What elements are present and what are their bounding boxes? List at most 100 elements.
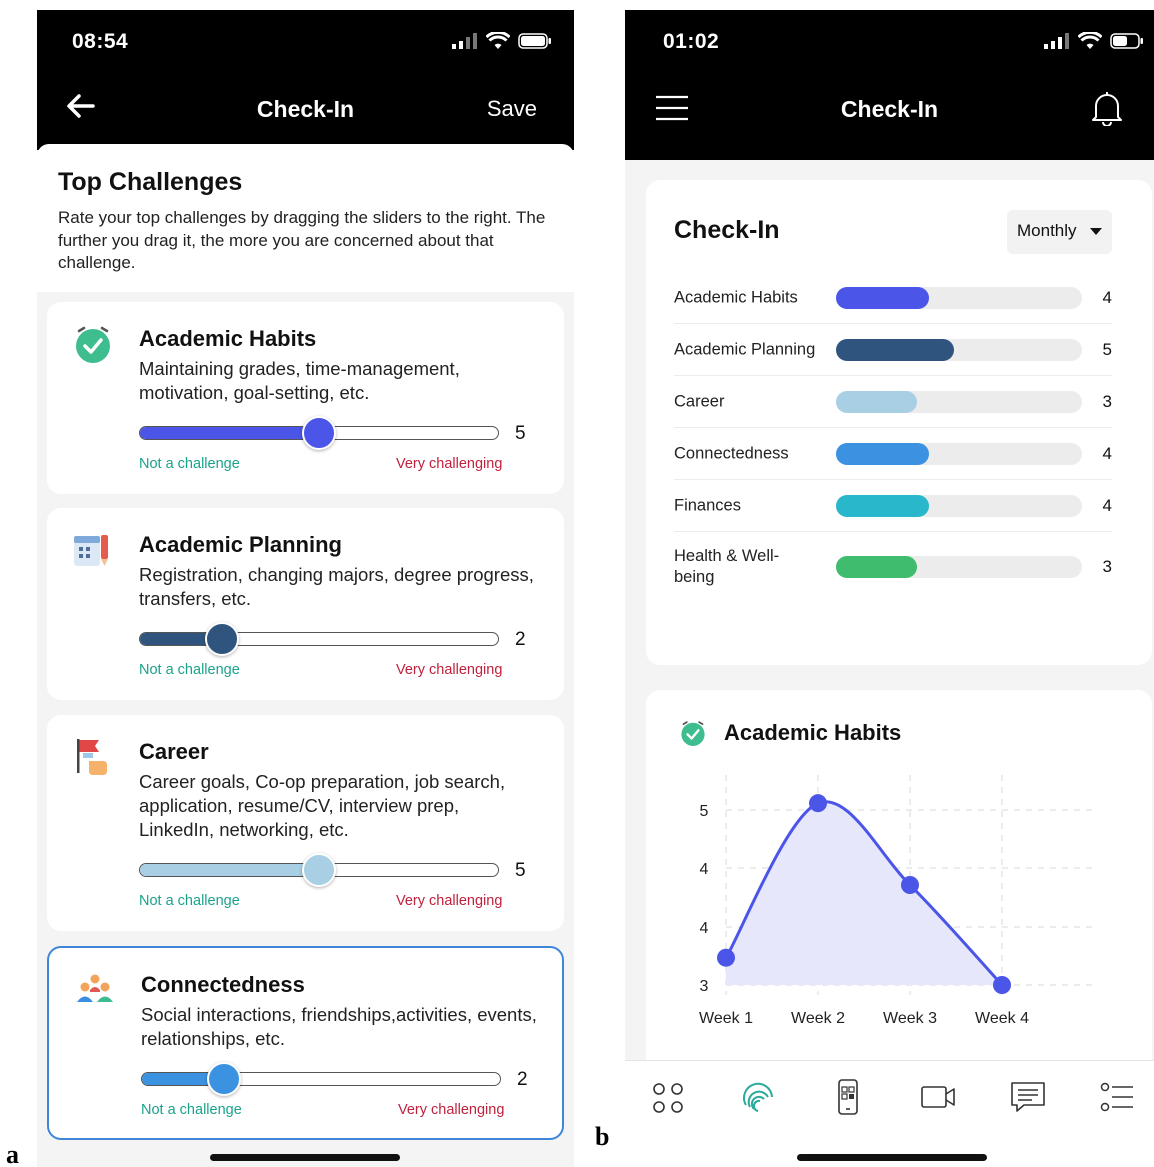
chart-title: Academic Habits (724, 720, 902, 745)
bar-track (836, 390, 1082, 413)
y-tick-label: 5 (700, 803, 709, 820)
status-icons (1044, 32, 1144, 50)
bar-fill (836, 494, 930, 517)
signal-icon (452, 33, 477, 49)
x-tick-label: Week 1 (699, 1010, 753, 1027)
slider-fill (140, 427, 319, 439)
weekly-area-chart: 3 4 4 5 Week 1 Week 2 Week 3 Week 4 (699, 775, 1096, 1027)
wifi-icon (486, 32, 510, 49)
card-title: Connectedness (141, 972, 305, 997)
slider-knob[interactable] (207, 1062, 242, 1096)
period-dropdown[interactable]: Monthly (1007, 210, 1112, 254)
bar-track (836, 494, 1082, 517)
challenge-slider[interactable] (139, 622, 499, 656)
bottom-navigation (625, 1060, 1154, 1167)
signal-icon (1044, 33, 1069, 49)
chat-message-icon[interactable] (1008, 1077, 1048, 1117)
slider-value: 5 (515, 423, 526, 444)
battery-icon (518, 33, 551, 49)
card-title: Academic Planning (139, 532, 342, 557)
challenge-slider[interactable] (141, 1062, 501, 1096)
phone-screen-a: 08:54 Check-In Save Top Challenges Rate … (37, 10, 574, 1167)
save-button[interactable]: Save (487, 96, 537, 122)
y-tick-label: 4 (700, 920, 709, 937)
section-description: Rate your top challenges by dragging the… (58, 208, 546, 272)
slider-fill (140, 864, 319, 876)
bar-track (836, 556, 1082, 578)
flag-hand-icon (77, 739, 107, 775)
y-tick-label: 3 (700, 978, 709, 995)
summary-title: Check-In (674, 216, 780, 244)
alarm-check-icon (681, 721, 705, 746)
label-not-a-challenge: Not a challenge (141, 1102, 242, 1118)
bar-value: 3 (1102, 557, 1112, 576)
people-group-icon (77, 974, 113, 1002)
panel-label-b: b (595, 1122, 610, 1151)
bar-row: Connectedness 4 (674, 428, 1112, 480)
x-tick-label: Week 3 (883, 1010, 937, 1027)
card-description: Career goals, Co-op preparation, job sea… (139, 771, 506, 840)
slider-value: 2 (517, 1069, 528, 1090)
bar-value: 4 (1102, 443, 1112, 463)
card-description: Registration, changing majors, degree pr… (139, 564, 534, 609)
bar-fill (836, 442, 930, 465)
bar-fill (836, 556, 918, 578)
x-tick-label: Week 4 (975, 1010, 1029, 1027)
challenge-card-academic-planning: Academic Planning Registration, changing… (47, 508, 564, 700)
slider-knob[interactable] (205, 622, 240, 656)
bar-fill (836, 338, 955, 361)
challenge-card-career: Career Career goals, Co-op preparation, … (47, 715, 564, 931)
x-tick-label: Week 2 (791, 1010, 845, 1027)
label-very-challenging: Very challenging (396, 662, 503, 678)
bar-row: Career 3 (674, 376, 1112, 428)
caret-down-icon (1090, 228, 1102, 235)
battery-icon (1110, 33, 1143, 49)
bell-icon[interactable] (1090, 90, 1124, 126)
home-indicator (797, 1154, 987, 1161)
bar-row: Academic Habits 4 (674, 272, 1112, 324)
video-camera-icon[interactable] (918, 1077, 958, 1117)
label-very-challenging: Very challenging (396, 456, 503, 472)
slider-knob[interactable] (302, 416, 336, 450)
bar-row: Health & Well-being 3 (674, 532, 1112, 602)
panel-label-a: a (6, 1140, 19, 1167)
wifi-icon (1078, 32, 1102, 49)
calendar-pen-icon (74, 535, 108, 566)
top-bar: 08:54 Check-In Save (37, 10, 574, 150)
check-in-summary-card: Check-In Monthly Academic Habits 4 Acade… (646, 180, 1152, 665)
bar-value: 3 (1102, 391, 1112, 411)
label-not-a-challenge: Not a challenge (139, 456, 240, 472)
phone-qr-icon[interactable] (828, 1077, 868, 1117)
challenge-slider[interactable] (139, 416, 499, 450)
period-selected-value: Monthly (1017, 221, 1077, 240)
card-title: Career (139, 739, 209, 764)
bar-label: Academic Planning (674, 340, 816, 358)
home-indicator (210, 1154, 400, 1161)
chart-data-point (993, 976, 1011, 994)
chart-data-point (717, 948, 735, 967)
chart-data-point (809, 794, 827, 813)
bar-value: 4 (1102, 495, 1112, 515)
card-description: Social interactions, friendships,activit… (141, 1004, 537, 1049)
bar-value: 5 (1102, 339, 1112, 359)
label-very-challenging: Very challenging (396, 893, 503, 909)
slider-value: 2 (515, 629, 526, 650)
bar-label: Academic Habits (674, 288, 798, 306)
card-description: Maintaining grades, time-management, mot… (139, 358, 460, 403)
bar-fill (836, 286, 930, 309)
challenge-slider[interactable] (139, 853, 499, 887)
apps-grid-icon[interactable] (649, 1077, 689, 1117)
bar-label: Connectedness (674, 444, 789, 462)
list-icon[interactable] (1097, 1077, 1137, 1117)
slider-knob[interactable] (302, 853, 336, 887)
bar-track (836, 338, 1082, 361)
bar-label: Career (674, 392, 725, 410)
top-bar: 01:02 Check-In (625, 10, 1154, 160)
bar-row: Finances 4 (674, 480, 1112, 532)
label-very-challenging: Very challenging (398, 1102, 505, 1118)
challenge-card-academic-habits: Academic Habits Maintaining grades, time… (47, 302, 564, 494)
label-not-a-challenge: Not a challenge (139, 893, 240, 909)
bar-track (836, 442, 1082, 465)
bar-track (836, 286, 1082, 309)
fingerprint-icon[interactable] (738, 1077, 778, 1117)
